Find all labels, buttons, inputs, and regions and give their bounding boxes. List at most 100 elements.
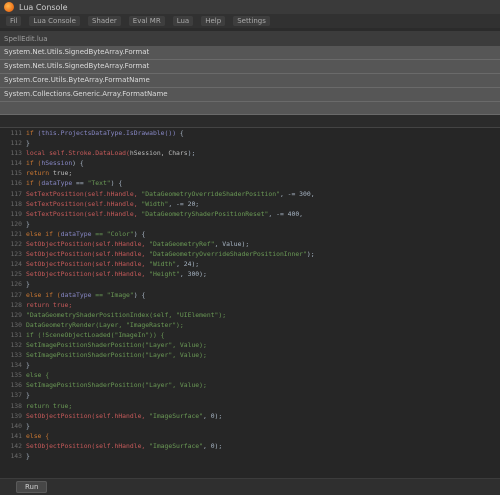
line-number: 124 <box>10 260 22 269</box>
code-token: "Text" <box>87 179 111 188</box>
code-line[interactable]: 123 SetObjectPosition(self.hHandle, "Dat… <box>0 249 500 259</box>
code-line[interactable]: 134 } <box>0 360 500 370</box>
code-line[interactable]: 142 SetObjectPosition(self.hHandle, "Ima… <box>0 441 500 451</box>
code-token: SetImagePositionShaderPosition("Layer", … <box>26 351 207 360</box>
code-text: SetTextPosition(self.hHandle, "DataGeome… <box>26 189 315 199</box>
code-token: "DataGeometryShaderPositionReset" <box>137 209 269 218</box>
result-item[interactable]: System.Collections.Generic.Array.FormatN… <box>0 88 500 102</box>
code-line[interactable]: 141 else { <box>0 431 500 441</box>
code-token: SetTextPosition(self.hHandle, <box>26 199 138 208</box>
code-line[interactable]: 129 "DataGeometryShaderPositionIndex(sel… <box>0 310 500 320</box>
code-line[interactable]: 125 SetObjectPosition(self.hHandle, "Hei… <box>0 269 500 279</box>
line-number: 122 <box>10 240 22 249</box>
result-item[interactable] <box>0 102 500 115</box>
code-line[interactable]: 115 return true; <box>0 168 500 178</box>
line-number: 121 <box>10 229 22 238</box>
line-number: 138 <box>10 401 22 410</box>
line-number: 123 <box>10 250 22 259</box>
menu-item-console[interactable]: Lua Console <box>29 16 80 26</box>
code-token: SetObjectPosition(self.hHandle, <box>26 240 146 249</box>
code-line[interactable]: 126 } <box>0 279 500 289</box>
code-text: SetImagePositionShaderPosition("Layer", … <box>26 350 207 360</box>
status-bar: Run <box>0 478 500 495</box>
code-token: SetTextPosition(self.hHandle, <box>26 189 138 198</box>
code-line[interactable]: 113 local self.Stroke.DataLoad(hSession,… <box>0 148 500 158</box>
code-line[interactable]: 117 SetTextPosition(self.hHandle, "DataG… <box>0 189 500 199</box>
code-token: } <box>26 280 30 289</box>
code-editor[interactable]: 111 if (this.ProjectsDataType.IsDrawable… <box>0 127 500 480</box>
code-text: return true; <box>26 401 72 411</box>
code-token: if ( <box>26 179 42 188</box>
line-number: 119 <box>10 209 22 218</box>
code-text: DataGeometryRender(Layer, "ImageRaster")… <box>26 320 184 330</box>
code-token: "DataGeometryOverrideShaderPositionInner… <box>145 250 307 259</box>
menu-item-lua[interactable]: Lua <box>172 16 194 26</box>
code-token: , 24); <box>176 260 200 269</box>
line-number: 116 <box>10 179 22 188</box>
result-item[interactable]: System.Core.Utils.ByteArray.FormatName <box>0 74 500 88</box>
code-token: "ImageSurface" <box>145 441 203 450</box>
line-number: 139 <box>10 411 22 420</box>
code-line[interactable]: 138 return true; <box>0 401 500 411</box>
code-token: == "Image" <box>91 290 134 299</box>
code-text: else { <box>26 431 49 441</box>
code-line[interactable]: 116 if (dataType == "Text") { <box>0 178 500 188</box>
code-line[interactable]: 139 SetObjectPosition(self.hHandle, "Ima… <box>0 411 500 421</box>
code-line[interactable]: 137 } <box>0 390 500 400</box>
line-number: 135 <box>10 371 22 380</box>
code-line[interactable]: 136 SetImagePositionShaderPosition("Laye… <box>0 380 500 390</box>
menu-item-file[interactable]: Fil <box>6 16 22 26</box>
code-token: } <box>26 391 30 400</box>
code-line[interactable]: 133 SetImagePositionShaderPosition("Laye… <box>0 350 500 360</box>
code-line[interactable]: 124 SetObjectPosition(self.hHandle, "Wid… <box>0 259 500 269</box>
code-line[interactable]: 135 else { <box>0 370 500 380</box>
code-line[interactable]: 127 else if (dataType == "Image") { <box>0 290 500 300</box>
menu-item-eval[interactable]: Eval MR <box>128 16 165 26</box>
code-line[interactable]: 131 if (!SceneObjectLoaded("ImageIn")) { <box>0 330 500 340</box>
code-line[interactable]: 130 DataGeometryRender(Layer, "ImageRast… <box>0 320 500 330</box>
code-text: } <box>26 219 30 229</box>
line-number: 117 <box>10 189 22 198</box>
code-line[interactable]: 132 SetImagePositionShaderPosition("Laye… <box>0 340 500 350</box>
code-line[interactable]: 111 if (this.ProjectsDataType.IsDrawable… <box>0 128 500 138</box>
code-token: return true; <box>26 300 73 309</box>
line-number: 115 <box>10 169 22 178</box>
result-item[interactable]: System.Net.Utils.SignedByteArray.Format <box>0 46 500 60</box>
line-number: 137 <box>10 391 22 400</box>
code-line[interactable]: 118 SetTextPosition(self.hHandle, "Width… <box>0 199 500 209</box>
code-line[interactable]: 122 SetObjectPosition(self.hHandle, "Dat… <box>0 239 500 249</box>
code-line[interactable]: 114 if (hSession) { <box>0 158 500 168</box>
code-token: , -= 300, <box>279 189 315 198</box>
code-token: return true; <box>26 401 73 410</box>
menu-item-help[interactable]: Help <box>201 16 226 26</box>
code-token: hSession, Chars <box>129 149 188 158</box>
run-button[interactable]: Run <box>16 481 48 493</box>
code-line[interactable]: 121 else if (dataType == "Color") { <box>0 229 500 239</box>
menu-item-shader[interactable]: Shader <box>87 16 121 26</box>
code-line[interactable]: 112 } <box>0 138 500 148</box>
code-text: SetObjectPosition(self.hHandle, "Height"… <box>26 269 207 279</box>
code-token: , -= 400, <box>268 209 304 218</box>
code-line[interactable]: 143 } <box>0 451 500 461</box>
code-token: ); <box>187 149 196 158</box>
line-number: 114 <box>10 159 22 168</box>
menu-item-settings[interactable]: Settings <box>233 16 270 26</box>
code-line[interactable]: 140 } <box>0 421 500 431</box>
code-token: } <box>26 361 30 370</box>
line-number: 118 <box>10 199 22 208</box>
code-text: "DataGeometryShaderPositionIndex(self, "… <box>26 310 226 320</box>
line-number: 134 <box>10 361 22 370</box>
line-number: 129 <box>10 310 22 319</box>
code-line[interactable]: 119 SetTextPosition(self.hHandle, "DataG… <box>0 209 500 219</box>
code-token: , 300); <box>179 270 207 279</box>
code-text: SetObjectPosition(self.hHandle, "DataGeo… <box>26 249 315 259</box>
code-token: ) { <box>110 179 123 188</box>
code-token: if <box>26 129 38 137</box>
code-token: , Value); <box>214 240 250 249</box>
code-line[interactable]: 128 return true; <box>0 300 500 310</box>
code-token: "DataGeometryShaderPositionIndex(self, "… <box>26 310 227 319</box>
result-item[interactable]: System.Net.Utils.SignedByteArray.Format <box>0 60 500 74</box>
line-number: 142 <box>10 441 22 450</box>
code-line[interactable]: 120 } <box>0 219 500 229</box>
search-label: SpellEdit.lua <box>0 31 500 46</box>
